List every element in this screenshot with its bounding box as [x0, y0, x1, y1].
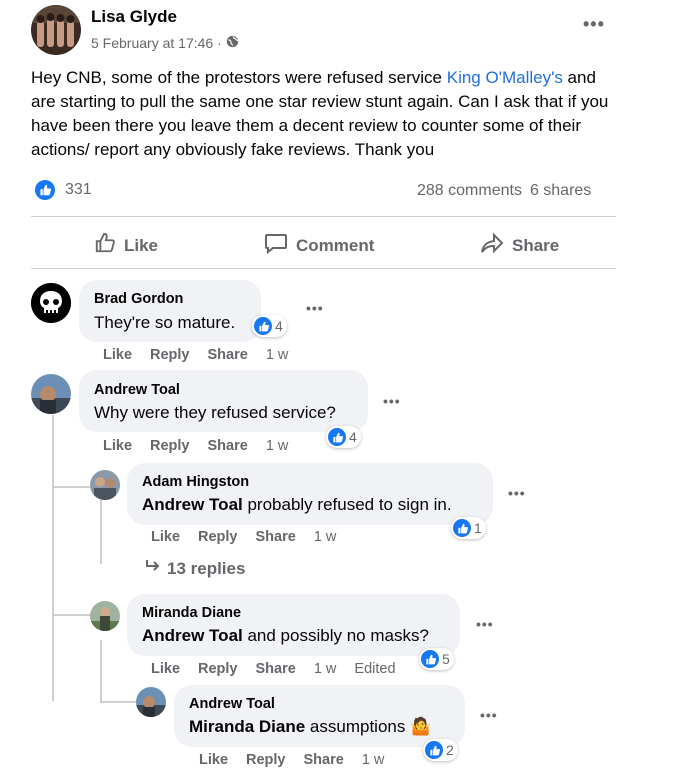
comment-reply-button[interactable]: Reply	[246, 752, 286, 768]
like-reaction-icon	[425, 741, 443, 759]
like-reaction-icon	[328, 428, 346, 446]
commenter-avatar[interactable]	[136, 687, 166, 717]
thumbs-up-icon	[94, 232, 116, 259]
divider-top	[31, 216, 616, 217]
comment-bubble	[174, 685, 465, 747]
comment-reactions[interactable]: 4	[326, 426, 361, 448]
comment-more-icon[interactable]: •••	[383, 393, 401, 409]
mention-link[interactable]: Andrew Toal	[142, 626, 243, 645]
edited-label: Edited	[354, 661, 396, 677]
comment-share-button[interactable]: Share	[256, 661, 296, 677]
share-button[interactable]: Share	[480, 232, 559, 259]
comment-more-icon[interactable]: •••	[306, 300, 324, 316]
shares-count[interactable]: 6 shares	[530, 182, 591, 200]
comment-author[interactable]: Andrew Toal	[189, 696, 275, 712]
comment-more-icon[interactable]: •••	[476, 616, 494, 632]
share-arrow-icon	[480, 232, 504, 259]
shrug-emoji: 🤷	[410, 717, 432, 736]
like-reaction-icon	[453, 519, 471, 537]
skull-icon	[31, 283, 71, 323]
post-author-avatar[interactable]	[31, 5, 81, 55]
comment-reply-button[interactable]: Reply	[150, 438, 190, 454]
thread-connector	[52, 486, 90, 488]
post-text: Hey CNB, some of the protestors were ref…	[31, 68, 609, 159]
comment-reactions[interactable]: 1	[451, 517, 486, 539]
comment-share-button[interactable]: Share	[304, 752, 344, 768]
comment-like-button[interactable]: Like	[103, 347, 132, 363]
like-button[interactable]: Like	[94, 232, 158, 259]
comment-bubble	[127, 463, 493, 525]
comment-reply-button[interactable]: Reply	[150, 347, 190, 363]
reaction-summary[interactable]: 331	[35, 180, 92, 200]
comment-actions: Like Reply Share 1 w	[103, 438, 288, 454]
comment-button[interactable]: Comment	[264, 232, 374, 259]
commenter-avatar[interactable]	[31, 283, 71, 323]
comment-actions: Like Reply Share 1 w	[199, 752, 384, 768]
mention-link[interactable]: Andrew Toal	[142, 495, 243, 514]
post-timestamp[interactable]: 5 February at 17:46 ·	[91, 35, 222, 51]
post-meta: 5 February at 17:46 ·	[91, 35, 239, 51]
page-link[interactable]: King O'Malley's	[447, 68, 563, 87]
comment-bubble	[127, 594, 460, 656]
reply-arrow-icon	[145, 558, 161, 579]
comment-reactions[interactable]: 4	[252, 315, 287, 337]
comment-reactions[interactable]: 2	[423, 739, 458, 761]
comment-reply-button[interactable]: Reply	[198, 661, 238, 677]
comment-share-button[interactable]: Share	[256, 529, 296, 545]
comment-time[interactable]: 1 w	[362, 752, 385, 768]
like-reaction-icon	[35, 180, 55, 200]
more-options-icon[interactable]: •••	[583, 14, 605, 35]
comment-text: Andrew Toal and possibly no masks?	[142, 626, 429, 645]
comment-author[interactable]: Miranda Diane	[142, 605, 241, 621]
post-author-name[interactable]: Lisa Glyde	[91, 7, 177, 27]
divider-bottom	[31, 268, 616, 269]
comment-like-button[interactable]: Like	[103, 438, 132, 454]
comment-share-button[interactable]: Share	[208, 438, 248, 454]
comment-author[interactable]: Andrew Toal	[94, 382, 180, 398]
view-more-replies[interactable]: 13 replies	[145, 558, 245, 579]
comment-actions: Like Reply Share 1 w	[151, 529, 336, 545]
comment-author[interactable]: Brad Gordon	[94, 291, 183, 307]
comment-time[interactable]: 1 w	[266, 347, 289, 363]
comment-like-button[interactable]: Like	[151, 661, 180, 677]
comment-actions: Like Reply Share 1 w	[103, 347, 288, 363]
comment-icon	[264, 232, 288, 259]
comment-author[interactable]: Adam Hingston	[142, 474, 249, 490]
comment-more-icon[interactable]: •••	[508, 485, 526, 501]
comment-text: They're so mature.	[94, 313, 236, 332]
comment-like-button[interactable]: Like	[199, 752, 228, 768]
commenter-avatar[interactable]	[90, 601, 120, 631]
thread-connector	[52, 614, 90, 616]
thread-connector	[100, 701, 136, 703]
comment-time[interactable]: 1 w	[314, 529, 337, 545]
comment-like-button[interactable]: Like	[151, 529, 180, 545]
like-reaction-icon	[421, 650, 439, 668]
commenter-avatar[interactable]	[90, 470, 120, 500]
comment-actions: Like Reply Share 1 w Edited	[151, 661, 396, 677]
thread-line	[100, 500, 102, 564]
comment-time[interactable]: 1 w	[266, 438, 289, 454]
thread-line	[100, 640, 102, 702]
globe-icon	[226, 35, 239, 51]
engagement-counts: 288 comments 6 shares	[417, 182, 591, 200]
comment-time[interactable]: 1 w	[314, 661, 337, 677]
comment-reply-button[interactable]: Reply	[198, 529, 238, 545]
commenter-avatar[interactable]	[31, 374, 71, 414]
like-count: 331	[65, 181, 92, 198]
comment-text: Why were they refused service?	[94, 403, 336, 422]
thread-line	[52, 415, 54, 701]
comments-count[interactable]: 288 comments	[417, 182, 522, 200]
comment-text: Andrew Toal probably refused to sign in.	[142, 495, 452, 514]
mention-link[interactable]: Miranda Diane	[189, 717, 305, 736]
comment-more-icon[interactable]: •••	[480, 707, 498, 723]
comment-share-button[interactable]: Share	[208, 347, 248, 363]
comment-text: Miranda Diane assumptions 🤷	[189, 717, 432, 736]
comment-reactions[interactable]: 5	[419, 648, 454, 670]
like-reaction-icon	[254, 317, 272, 335]
